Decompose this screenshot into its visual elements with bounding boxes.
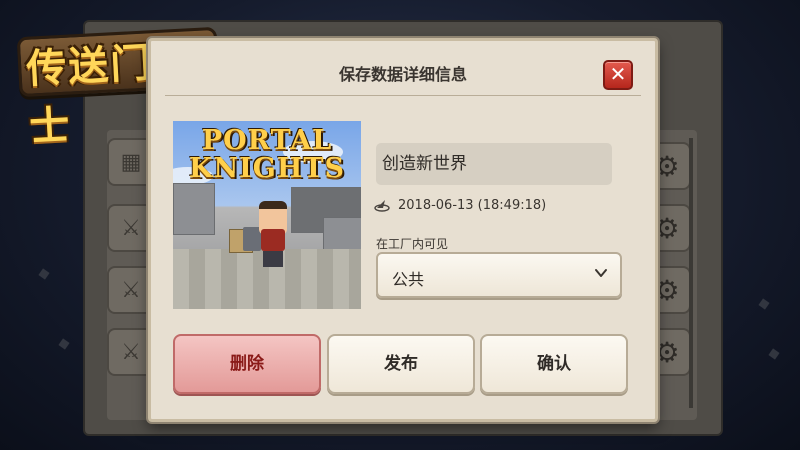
sundial-icon <box>374 200 390 212</box>
visibility-dropdown[interactable]: 公共 <box>376 252 622 298</box>
chevron-down-icon <box>595 269 607 277</box>
background-debris <box>38 268 50 280</box>
thumbnail-logo: PORTAL KNIGHTS <box>173 127 361 183</box>
knight-legs <box>263 251 283 267</box>
world-thumbnail: PORTAL KNIGHTS <box>173 121 361 309</box>
background-debris <box>58 338 70 350</box>
thumbnail-wall <box>173 183 215 235</box>
delete-button[interactable]: 删除 <box>173 334 321 394</box>
background-debris <box>758 298 770 310</box>
save-timestamp-row: 2018-06-13 (18:49:18) <box>374 197 546 213</box>
background-scrollbar <box>689 138 693 408</box>
close-icon: ✕ <box>609 62 627 86</box>
knight-character <box>243 201 293 267</box>
dialog-title: 保存数据详细信息 <box>338 65 467 84</box>
world-name-field[interactable]: 创造新世界 <box>376 143 612 185</box>
save-details-dialog: 保存数据详细信息 ✕ PORTAL KNIGHTS 创造新世界 2018-06-… <box>148 38 658 422</box>
close-button[interactable]: ✕ <box>603 60 633 90</box>
thumbnail-logo-line2: KNIGHTS <box>189 153 345 184</box>
publish-button[interactable]: 发布 <box>327 334 475 394</box>
knight-body <box>261 229 285 251</box>
confirm-button[interactable]: 确认 <box>480 334 628 394</box>
thumbnail-logo-line1: PORTAL <box>201 125 333 156</box>
visibility-value: 公共 <box>392 270 425 289</box>
title-divider <box>165 95 641 96</box>
visibility-label: 在工厂内可见 <box>376 237 449 251</box>
background-debris <box>768 348 780 360</box>
save-timestamp: 2018-06-13 (18:49:18) <box>398 197 547 213</box>
